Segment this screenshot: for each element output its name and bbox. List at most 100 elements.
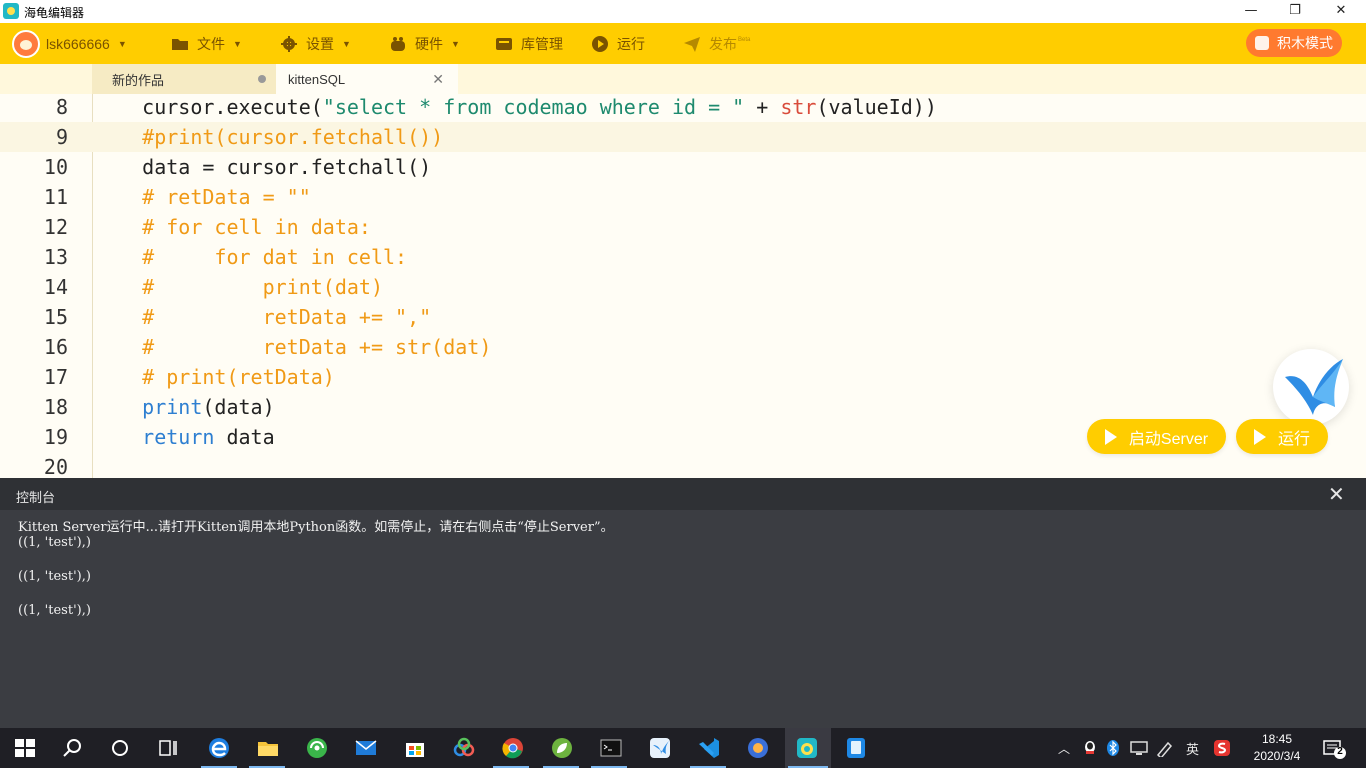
tab-kittensql[interactable]: kittenSQL ✕ <box>276 64 458 94</box>
close-tab-icon[interactable]: ✕ <box>432 71 444 88</box>
library-icon <box>496 37 512 50</box>
windows-start-icon[interactable] <box>13 736 37 760</box>
code-token: # retData += "," <box>94 305 432 329</box>
code-token: cursor.execute( <box>94 95 323 119</box>
terminal-icon[interactable] <box>599 736 623 760</box>
code-line[interactable]: 8 cursor.execute("select * from codemao … <box>0 94 1366 122</box>
tray-overflow-button[interactable]: ︿ <box>1058 728 1070 768</box>
app-icon[interactable] <box>746 736 770 760</box>
start-server-button[interactable]: 启动Server <box>1087 419 1226 454</box>
network-icon[interactable] <box>1130 739 1148 757</box>
code-text: cursor.execute("select * from codemao wh… <box>94 94 937 122</box>
line-number: 9 <box>55 125 68 149</box>
code-line[interactable]: 12 # for cell in data: <box>0 212 1366 242</box>
code-line[interactable]: 18 print(data) <box>0 392 1366 422</box>
code-line[interactable]: 16 # retData += str(dat) <box>0 332 1366 362</box>
ime-label: 英 <box>1186 741 1200 757</box>
chevron-up-icon: ︿ <box>1058 741 1071 756</box>
code-text: data = cursor.fetchall() <box>94 152 431 182</box>
code-token: "select * from codemao where id = " <box>322 95 745 119</box>
menu-bar: lsk666666 ▼ 文件 ▼ 设置 ▼ 硬件 ▼ 库管理 运行 发布 Bet… <box>0 23 1366 64</box>
close-window-button[interactable]: ✕ <box>1318 0 1364 23</box>
user-menu[interactable]: lsk666666 ▼ <box>12 23 127 64</box>
console-panel: 控制台 ✕ Kitten Server运行中...请打开Kitten调用本地Py… <box>0 478 1366 728</box>
menu-settings-label: 设置 <box>306 35 334 52</box>
turtle-editor-icon[interactable] <box>795 736 819 760</box>
kitten-app-icon[interactable] <box>648 736 672 760</box>
tab-label: 新的作品 <box>112 72 165 88</box>
code-text: # for cell in data: <box>94 212 371 242</box>
hardware-icon <box>391 36 405 51</box>
console-line: ((1, 'test'),) <box>18 603 91 618</box>
browser-360-icon[interactable] <box>305 736 329 760</box>
folder-icon <box>172 38 188 50</box>
menu-hardware[interactable]: 硬件 ▼ <box>389 23 460 64</box>
phone-icon[interactable] <box>844 736 868 760</box>
code-line[interactable]: 17 # print(retData) <box>0 362 1366 392</box>
block-mode-button[interactable]: 积木模式 <box>1246 29 1342 57</box>
line-number: 15 <box>43 305 68 329</box>
clock-date: 2020/3/4 <box>1253 749 1301 763</box>
menu-file[interactable]: 文件 ▼ <box>171 23 242 64</box>
menu-settings[interactable]: 设置 ▼ <box>280 23 351 64</box>
task-view-icon[interactable] <box>156 736 180 760</box>
pen-icon[interactable] <box>1156 739 1174 757</box>
file-explorer-icon[interactable] <box>256 736 280 760</box>
menu-run-label: 运行 <box>617 35 645 52</box>
vscode-icon[interactable] <box>697 736 721 760</box>
line-number: 16 <box>43 335 68 359</box>
code-token: # retData = "" <box>94 185 311 209</box>
minimize-button[interactable]: — <box>1228 0 1274 23</box>
code-line[interactable]: 11 # retData = "" <box>0 182 1366 212</box>
menu-run[interactable]: 运行 <box>591 23 645 64</box>
maximize-button[interactable]: ❐ <box>1272 0 1318 23</box>
username-label: lsk666666 <box>46 35 110 52</box>
cortana-icon[interactable] <box>108 736 132 760</box>
code-token: print <box>142 395 203 419</box>
ime-indicator[interactable]: 英 <box>1186 728 1199 768</box>
code-token: data = cursor.fetchall() <box>94 155 432 179</box>
tab-new-work[interactable]: 新的作品 <box>92 64 276 94</box>
code-text: #print(cursor.fetchall()) <box>94 122 443 152</box>
clock-time: 18:45 <box>1261 732 1293 746</box>
avatar <box>12 29 40 58</box>
code-token: # for cell in data: <box>94 215 371 239</box>
mail-icon[interactable] <box>354 736 378 760</box>
code-line[interactable]: 15 # retData += "," <box>0 302 1366 332</box>
code-token: # for dat in cell: <box>94 245 408 269</box>
store-icon[interactable] <box>403 736 427 760</box>
clock[interactable]: 18:45 2020/3/4 <box>1246 731 1308 765</box>
menu-hardware-label: 硬件 <box>415 35 443 52</box>
run-button[interactable]: 运行 <box>1236 419 1328 454</box>
menu-library-label: 库管理 <box>521 35 563 52</box>
line-number: 19 <box>43 425 68 449</box>
code-line[interactable]: 10 data = cursor.fetchall() <box>0 152 1366 182</box>
close-console-icon[interactable]: ✕ <box>1328 482 1345 506</box>
edge-icon[interactable] <box>207 736 231 760</box>
bluetooth-icon[interactable] <box>1106 739 1120 757</box>
code-text: # print(dat) <box>94 272 383 302</box>
code-line[interactable]: 13 # for dat in cell: <box>0 242 1366 272</box>
code-line[interactable]: 9 #print(cursor.fetchall()) <box>0 122 1366 152</box>
sogou-input-icon[interactable] <box>1213 739 1231 757</box>
code-line[interactable]: 20 <box>0 452 1366 478</box>
play-icon <box>592 35 608 52</box>
baidu-netdisk-icon[interactable] <box>452 736 476 760</box>
code-token: data <box>214 425 275 449</box>
kitten-bird-icon[interactable] <box>1273 349 1349 425</box>
turtle-editor-logo-icon <box>3 3 19 19</box>
spring-icon[interactable] <box>550 736 574 760</box>
menu-publish[interactable]: 发布 Beta <box>683 23 750 64</box>
line-number: 8 <box>55 95 68 119</box>
search-icon[interactable] <box>60 736 84 760</box>
line-number: 10 <box>43 155 68 179</box>
start-server-label: 启动Server <box>1128 430 1209 448</box>
chrome-icon[interactable] <box>501 736 525 760</box>
qq-icon[interactable] <box>1082 739 1098 757</box>
menu-library[interactable]: 库管理 <box>495 23 563 64</box>
code-line[interactable]: 14 # print(dat) <box>0 272 1366 302</box>
line-number: 13 <box>43 245 68 269</box>
beta-badge: Beta <box>738 36 751 43</box>
console-line: ((1, 'test'),) <box>18 535 91 550</box>
